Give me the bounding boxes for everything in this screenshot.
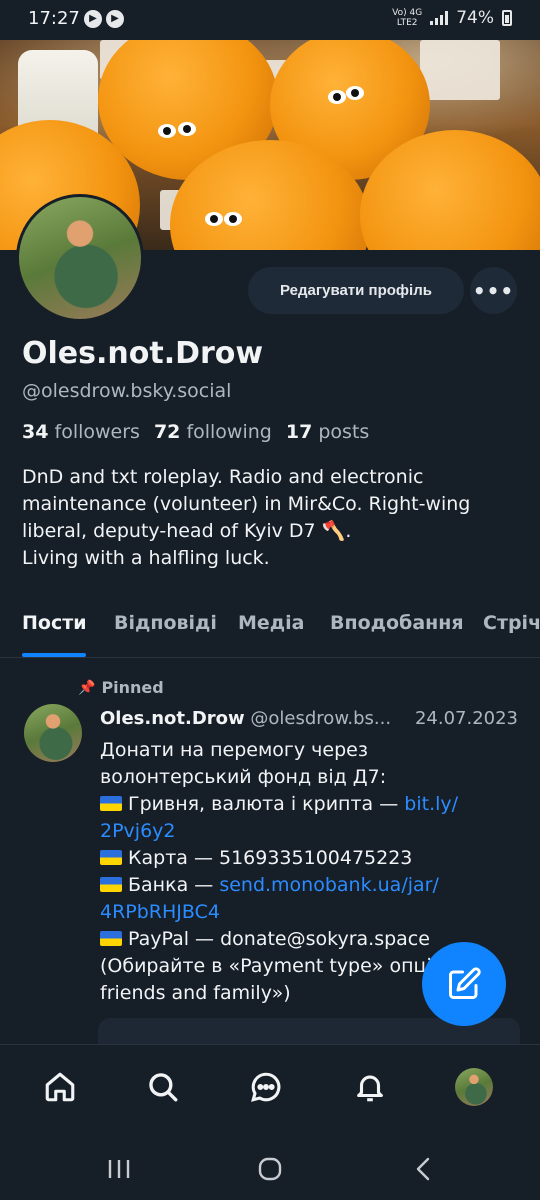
signal-icon — [430, 11, 449, 25]
tab-media[interactable]: Медіа — [238, 612, 304, 634]
post-avatar[interactable] — [24, 704, 82, 762]
nav-profile[interactable] — [452, 1065, 496, 1109]
profile-tabs: Пости Відповіді Медіа Вподобання Стрічки — [0, 600, 540, 658]
nav-notifications[interactable] — [348, 1065, 392, 1109]
following-link[interactable]: 72 following — [154, 421, 272, 443]
post-date: 24.07.2023 — [408, 708, 518, 729]
post-link[interactable]: 2Pvj6y2 — [100, 820, 176, 842]
home-system-button[interactable] — [255, 1154, 285, 1184]
profile-avatar[interactable] — [16, 194, 144, 322]
pinned-label: 📌 Pinned — [78, 678, 164, 697]
post-handle: @olesdrow.bs... — [250, 708, 392, 729]
ukraine-flag-icon — [100, 796, 122, 811]
ukraine-flag-icon — [100, 877, 122, 892]
profile-handle: @olesdrow.bsky.social — [22, 380, 232, 402]
home-circle-icon — [258, 1157, 282, 1181]
profile-bio: DnD and txt roleplay. Radio and electron… — [22, 466, 471, 569]
tab-replies[interactable]: Відповіді — [114, 612, 217, 634]
compose-icon — [449, 967, 481, 999]
edit-profile-button[interactable]: Редагувати профіль — [248, 267, 464, 314]
bell-icon — [357, 1075, 383, 1102]
tab-feeds[interactable]: Стрічки — [483, 612, 540, 634]
battery-percent: 74% — [456, 8, 494, 28]
search-icon — [149, 1073, 178, 1102]
profile-avatar-icon — [455, 1068, 493, 1106]
nav-home[interactable] — [38, 1065, 82, 1109]
status-bar: 17:27 ▶ ▶ Vo) 4G LTE2 74% — [0, 0, 540, 40]
ukraine-flag-icon — [100, 850, 122, 865]
back-button[interactable] — [408, 1154, 438, 1184]
status-time: 17:27 — [28, 8, 80, 29]
status-notification-icons: ▶ ▶ — [84, 10, 124, 28]
post-link[interactable]: bit.ly/ — [404, 793, 458, 815]
followers-link[interactable]: 34 followers — [22, 421, 140, 443]
post-author: Oles.not.Drow — [100, 708, 245, 729]
ukraine-flag-icon — [100, 931, 122, 946]
system-navigation — [0, 1132, 540, 1200]
tab-posts[interactable]: Пости — [22, 612, 87, 634]
active-tab-indicator — [22, 653, 86, 657]
post-link[interactable]: 4RPbRHJBC4 — [100, 901, 220, 923]
nav-chat[interactable] — [244, 1065, 288, 1109]
network-indicator: Vo) 4G LTE2 — [392, 8, 423, 28]
more-icon: ••• — [472, 278, 515, 303]
recents-icon — [108, 1160, 130, 1178]
post-link[interactable]: send.monobank.ua/jar/ — [219, 874, 439, 896]
status-right: Vo) 4G LTE2 74% — [392, 8, 512, 28]
home-icon — [45, 1072, 75, 1102]
bottom-navigation — [0, 1044, 540, 1132]
posts-count: 17 posts — [285, 421, 370, 443]
tab-likes[interactable]: Вподобання — [330, 612, 464, 634]
media-notification-icon: ▶ — [106, 10, 124, 28]
back-icon — [416, 1157, 430, 1181]
media-notification-icon: ▶ — [84, 10, 102, 28]
compose-button[interactable] — [422, 942, 506, 1026]
chat-icon — [251, 1072, 281, 1102]
pin-icon: 📌 — [78, 679, 96, 696]
recents-button[interactable] — [104, 1154, 134, 1184]
display-name: Oles.not.Drow — [22, 336, 264, 371]
more-options-button[interactable]: ••• — [470, 267, 517, 314]
nav-search[interactable] — [141, 1065, 185, 1109]
battery-icon — [502, 10, 512, 26]
profile-stats: 34 followers 72 following 17 posts — [22, 421, 369, 443]
